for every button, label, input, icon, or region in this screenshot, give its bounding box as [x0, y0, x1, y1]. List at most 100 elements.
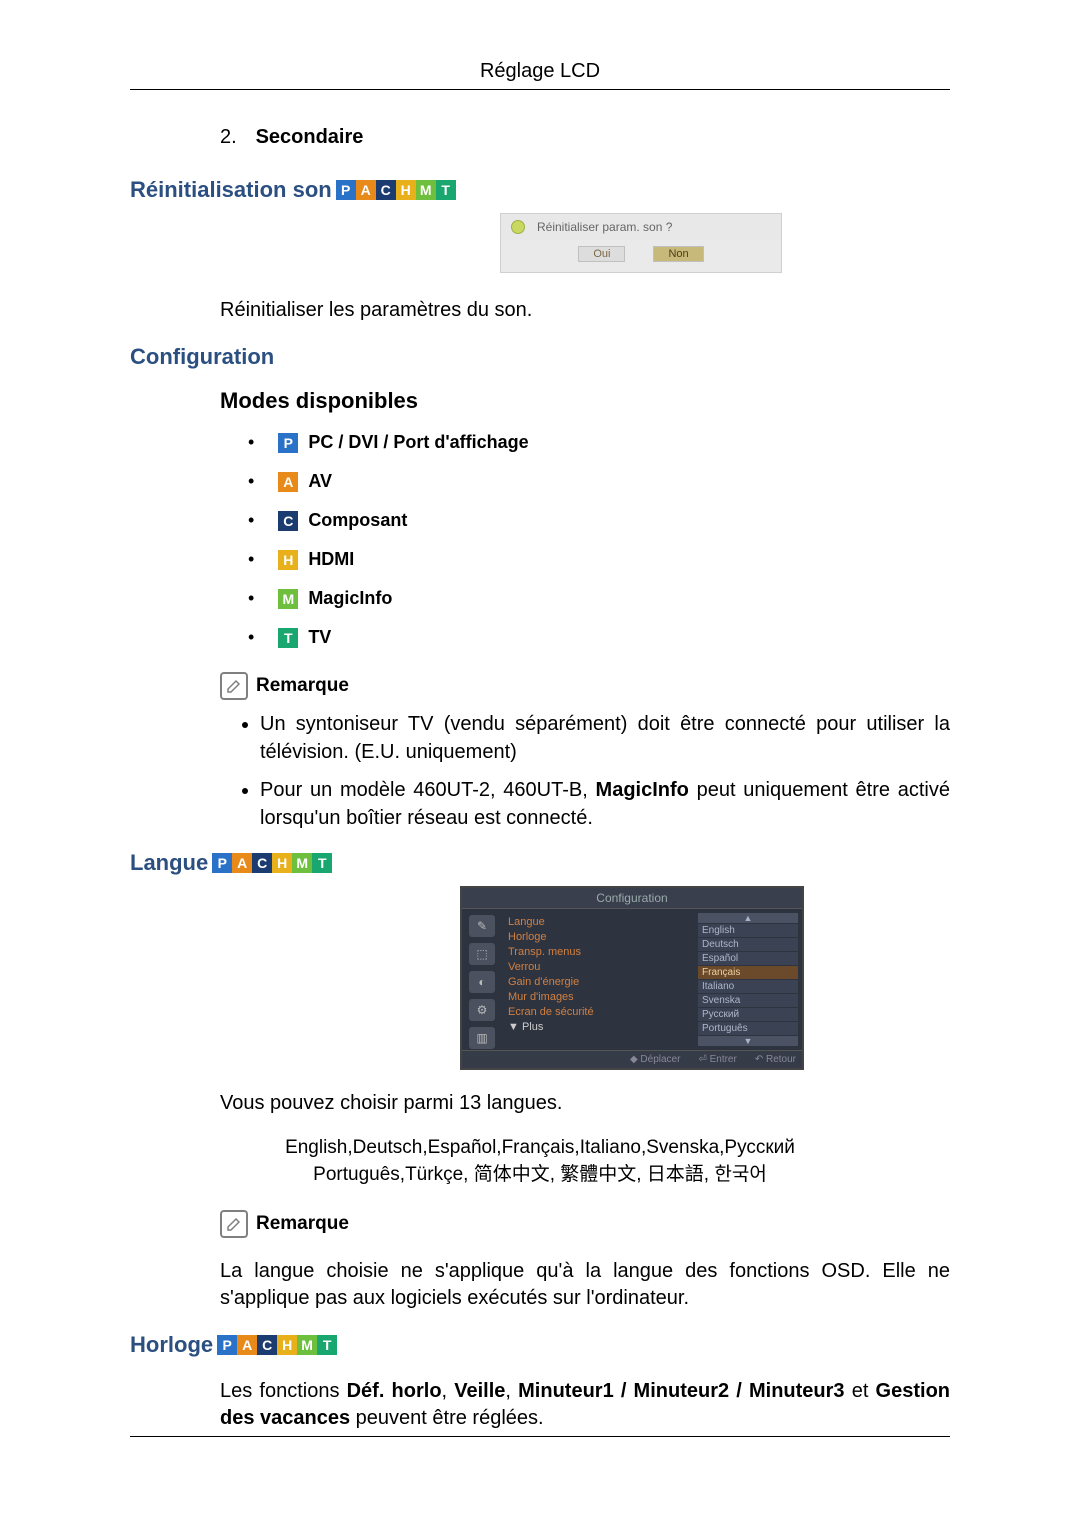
osd-menu-item[interactable]: Langue — [508, 916, 688, 928]
osd-menu-more[interactable]: ▼ Plus — [508, 1021, 688, 1033]
remark-item: Pour un modèle 460UT-2, 460UT-B, MagicIn… — [260, 776, 950, 832]
scroll-up-icon[interactable]: ▲ — [698, 913, 798, 923]
heading-horloge: Horloge P A C H M T — [130, 1332, 950, 1358]
badge-p-icon: P — [278, 433, 298, 453]
badge-h-icon: H — [396, 180, 416, 200]
badge-c-icon: C — [376, 180, 396, 200]
osd-lang-option[interactable]: Русский — [698, 1008, 798, 1021]
popup-question: Réinitialiser param. son ? — [537, 220, 672, 234]
osd-footer: ◆ Déplacer ⏎ Entrer ↶ Retour — [462, 1050, 802, 1068]
osd-config-screenshot: Configuration ✎ ⬚ ◐ ⚙ ▥ Langue Horloge T… — [460, 886, 804, 1070]
badge-h-icon: H — [272, 853, 292, 873]
osd-hint-back: ↶ Retour — [755, 1054, 796, 1065]
badge-h-icon: H — [278, 550, 298, 570]
badge-m-icon: M — [297, 1335, 317, 1355]
osd-icon: ⬚ — [469, 943, 495, 965]
remark-heading: Remarque — [220, 1210, 950, 1238]
mode-item-hdmi: H HDMI — [248, 549, 950, 570]
osd-hint-enter: ⏎ Entrer — [698, 1054, 736, 1065]
heading-text: Configuration — [130, 344, 274, 370]
divider-bottom — [130, 1436, 950, 1437]
horloge-description: Les fonctions Déf. horlo, Veille, Minute… — [220, 1378, 950, 1432]
osd-lang-option[interactable]: English — [698, 924, 798, 937]
osd-icon: ▥ — [469, 1027, 495, 1049]
page-header: Réglage LCD — [130, 60, 950, 83]
bold: Minuteur1 / Minuteur2 / Minuteur3 — [518, 1380, 844, 1402]
osd-lang-option-selected[interactable]: Français — [698, 966, 798, 979]
osd-menu-item[interactable]: Verrou — [508, 961, 688, 973]
remark-bold: MagicInfo — [596, 779, 689, 801]
osd-menu-item[interactable]: Horloge — [508, 931, 688, 943]
note-pencil-icon — [220, 672, 248, 700]
badges-row: P A C H M T — [336, 180, 456, 200]
osd-lang-option[interactable]: Português — [698, 1022, 798, 1035]
badge-c-icon: C — [278, 511, 298, 531]
osd-menu-item[interactable]: Transp. menus — [508, 946, 688, 958]
badge-p-icon: P — [336, 180, 356, 200]
langue-remark-text: La langue choisie ne s'applique qu'à la … — [220, 1258, 950, 1312]
bold: Veille — [454, 1380, 505, 1402]
osd-title: Configuration — [462, 888, 802, 909]
note-pencil-icon — [220, 1210, 248, 1238]
list-item-secondaire: 2. Secondaire — [220, 126, 950, 149]
popup-yes-button[interactable]: Oui — [578, 246, 625, 262]
osd-lang-option[interactable]: Italiano — [698, 980, 798, 993]
osd-lang-option[interactable]: Svenska — [698, 994, 798, 1007]
badge-h-icon: H — [277, 1335, 297, 1355]
badge-a-icon: A — [237, 1335, 257, 1355]
badges-row: P A C H M T — [212, 853, 332, 873]
langue-description: Vous pouvez choisir parmi 13 langues. — [220, 1090, 950, 1117]
remark-text: Un syntoniseur TV (vendu séparément) doi… — [260, 713, 950, 763]
remark-label: Remarque — [256, 675, 349, 697]
language-list-line: Português,Türkçe, 简体中文, 繁體中文, 日本語, 한국어 — [220, 1159, 860, 1186]
scroll-down-icon[interactable]: ▼ — [698, 1036, 798, 1046]
osd-menu-list: Langue Horloge Transp. menus Verrou Gain… — [502, 909, 694, 1050]
badge-p-icon: P — [212, 853, 232, 873]
badge-m-icon: M — [416, 180, 436, 200]
remarks-list: Un syntoniseur TV (vendu séparément) doi… — [260, 710, 950, 832]
remark-item: Un syntoniseur TV (vendu séparément) doi… — [260, 710, 950, 766]
mode-label: Composant — [308, 510, 407, 531]
mode-label: MagicInfo — [308, 588, 392, 609]
text: , — [505, 1380, 518, 1402]
osd-menu-item[interactable]: Ecran de sécurité — [508, 1006, 688, 1018]
modes-list: P PC / DVI / Port d'affichage A AV C Com… — [248, 432, 950, 648]
heading-modes-disponibles: Modes disponibles — [220, 388, 950, 414]
badge-t-icon: T — [317, 1335, 337, 1355]
badge-p-icon: P — [217, 1335, 237, 1355]
osd-icon-column: ✎ ⬚ ◐ ⚙ ▥ — [462, 909, 502, 1050]
mode-label: PC / DVI / Port d'affichage — [308, 432, 528, 453]
heading-text: Réinitialisation son — [130, 177, 332, 203]
remark-text: Pour un modèle 460UT-2, 460UT-B, — [260, 779, 596, 801]
popup-status-icon — [511, 220, 525, 234]
list-number: 2. — [220, 126, 250, 149]
badges-row: P A C H M T — [217, 1335, 337, 1355]
heading-reinit-son: Réinitialisation son P A C H M T — [130, 177, 950, 203]
popup-no-button[interactable]: Non — [653, 246, 703, 262]
mode-item-magicinfo: M MagicInfo — [248, 588, 950, 609]
bold: Déf. horlo — [347, 1380, 442, 1402]
text: Les fonctions — [220, 1380, 347, 1402]
osd-icon: ⚙ — [469, 999, 495, 1021]
remark-heading: Remarque — [220, 672, 950, 700]
heading-langue: Langue P A C H M T — [130, 850, 950, 876]
mode-item-composant: C Composant — [248, 510, 950, 531]
heading-text: Horloge — [130, 1332, 213, 1358]
mode-item-av: A AV — [248, 471, 950, 492]
osd-menu-item[interactable]: Mur d'images — [508, 991, 688, 1003]
osd-icon: ◐ — [469, 971, 495, 993]
osd-menu-item[interactable]: Gain d'énergie — [508, 976, 688, 988]
list-label: Secondaire — [256, 126, 364, 148]
language-list: English,Deutsch,Español,Français,Italian… — [220, 1137, 860, 1186]
osd-language-options: ▲ English Deutsch Español Français Itali… — [694, 909, 802, 1050]
osd-lang-option[interactable]: Deutsch — [698, 938, 798, 951]
osd-lang-option[interactable]: Español — [698, 952, 798, 965]
badge-a-icon: A — [356, 180, 376, 200]
heading-text: Langue — [130, 850, 208, 876]
mode-label: AV — [308, 471, 332, 492]
mode-item-tv: T TV — [248, 627, 950, 648]
badge-m-icon: M — [278, 589, 298, 609]
badge-c-icon: C — [257, 1335, 277, 1355]
badge-t-icon: T — [312, 853, 332, 873]
badge-t-icon: T — [278, 628, 298, 648]
